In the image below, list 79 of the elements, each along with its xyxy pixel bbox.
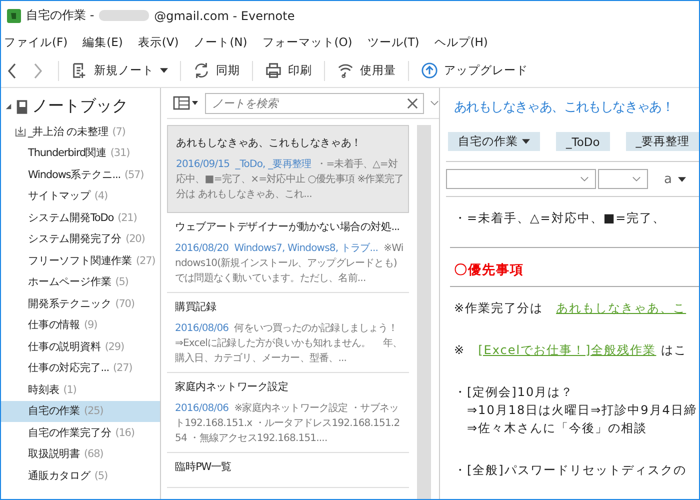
note-card[interactable]: ウェブアートデザイナーが動かない場合の対処... 2016/08/20 Windows7, Windows8, トラブ... ※Windows10(新規インストール、アップグレードとも)では問題なく動いています。ただし、名前... [167, 213, 409, 293]
note-title: 家庭内ネットワーク設定 [175, 380, 290, 394]
app-logo-icon [7, 8, 21, 22]
body-text: ・=未着手、△=対応中、■=完了、 [454, 211, 666, 225]
notebook-item[interactable]: 自宅の作業 (25) [1, 400, 160, 422]
notebook-item[interactable]: 仕事の説明資料 (29) [1, 336, 160, 358]
section-heading: 〇優先事項 [454, 263, 524, 278]
tag-chip[interactable]: _要再整理 [626, 132, 699, 151]
caret-icon [522, 139, 530, 144]
body-text: ・[定例会]10月は？ [454, 385, 574, 399]
note-title: 臨時PW一覧 [175, 460, 233, 474]
note-card[interactable]: あれもしなきゃあ、これもしなきゃあ！ 2016/09/15 _ToDo, _要再整理 ・=未着手、△=対応中、■=完了、×=対応中止 ○優先事項 ※作業完了分は あれもしなきゃあ、これ... [167, 125, 409, 213]
new-note-icon [71, 62, 88, 79]
body-text: ※作業完了分は [454, 301, 544, 315]
new-note-button[interactable]: 新規ノート [63, 58, 176, 83]
window-title: @gmail.com - Evernote [154, 8, 295, 22]
notebook-dropdown[interactable]: 自宅の作業 [448, 132, 540, 151]
chevron-down-icon[interactable] [430, 100, 439, 106]
expand-arrow-icon[interactable] [5, 103, 12, 110]
caret-icon[interactable] [160, 68, 168, 73]
inbox-icon [15, 126, 26, 138]
menu-item[interactable]: ヘルプ(H) [434, 34, 488, 50]
menu-item[interactable]: 編集(E) [82, 34, 123, 50]
note-title: 購買記録 [175, 300, 218, 314]
close-icon[interactable] [407, 98, 418, 108]
note-title: あれもしなきゃあ、これもしなきゃあ！ [454, 99, 674, 116]
notebook-item[interactable]: システム開発完了分 (20) [1, 228, 160, 250]
body-text: ・[全般]パスワードリセットディスクの [454, 463, 686, 477]
note-card[interactable]: 臨時PW一覧 [167, 453, 409, 488]
body-text: ⇒10月18日は火曜日⇒打診中9月4日締 [466, 403, 697, 417]
print-button[interactable]: 印刷 [257, 58, 320, 83]
notebook-item[interactable]: システム開発ToDo (21) [1, 207, 160, 228]
notebook-item[interactable]: Thunderbird関連 (31) [1, 142, 160, 164]
notebook-item[interactable]: フリーソフト関連作業 (27) [1, 250, 160, 272]
upgrade-button[interactable]: アップグレード [413, 58, 536, 83]
notebook-item[interactable]: 開発系テクニック (70) [1, 293, 160, 314]
notebook-item[interactable]: _井上治 の未整理 (7) [1, 121, 160, 142]
body-text: ※ [454, 343, 466, 357]
chevron-down-icon [632, 176, 641, 182]
note-snippet: 2016/09/15 _ToDo, _要再整理 ・=未着手、△=対応中、■=完了、×=対応中止 ○優先事項 ※作業完了分は あれもしなきゃあ、これ... [176, 158, 404, 202]
body-text: ⇒佐々木さんに「今後」の相談 [466, 421, 648, 435]
notebook-item[interactable]: Windows系テクニ... (57) [1, 164, 160, 186]
notebook-icon [16, 98, 28, 114]
sync-icon [193, 62, 210, 79]
text-color-button[interactable]: a [658, 170, 692, 188]
note-title: ウェブアートデザイナーが動かない場合の対処... [175, 220, 400, 234]
note-snippet: 2016/08/06 何をいつ買ったのか記録しましょう！ ⇒Excelに記録した方が良いかも知れません。 年、購入日、カテゴリ、メーカー、型番、... [175, 322, 404, 366]
search-field[interactable]: ノートを検索 [205, 92, 424, 114]
notebook-item[interactable]: 仕事の対応完了... (27) [1, 358, 160, 379]
notebook-item[interactable]: 自宅の作業完了分 (16) [1, 422, 160, 444]
note-title: あれもしなきゃあ、これもしなきゃあ！ [176, 136, 362, 150]
sync-button[interactable]: 同期 [185, 58, 248, 83]
scrollbar[interactable] [417, 125, 431, 499]
notebook-item[interactable]: サイトマップ (4) [1, 186, 160, 207]
window-title: 自宅の作業 - [26, 7, 94, 24]
body-text: はこ [660, 343, 688, 357]
menu-item[interactable]: ファイル(F) [4, 34, 68, 50]
notebook-item[interactable]: ホームページ作業 (5) [1, 272, 160, 293]
caret-icon [678, 176, 686, 182]
redacted-block [99, 10, 150, 21]
menu-item[interactable]: フォーマット(O) [262, 34, 352, 50]
tag-chip[interactable]: _ToDo [556, 132, 610, 151]
notebook-item[interactable]: 時刻表 (1) [1, 379, 160, 400]
notebook-item[interactable]: 通販カタログ (5) [1, 465, 160, 486]
menu-item[interactable]: 表示(V) [138, 34, 179, 50]
note-card[interactable]: 購買記録 2016/08/06 何をいつ買ったのか記録しましょう！ ⇒Excelに記録した方が良いかも知れません。 年、購入日、カテゴリ、メーカー、型番、... [167, 293, 409, 373]
note-card[interactable]: 家庭内ネットワーク設定 2016/08/06 ※家庭内ネットワーク設定 ・サブネット192.168.151.x ・ルータアドレス192.168.151.254 ・無線アクセス192.168.151.... [167, 373, 409, 453]
notebook-item[interactable]: 仕事の情報 (9) [1, 314, 160, 336]
back-icon[interactable] [6, 62, 18, 80]
chevron-down-icon [580, 176, 589, 182]
note-snippet: 2016/08/20 Windows7, Windows8, トラブ... ※Windows10(新規インストール、アップグレードとも)では問題なく動いています。ただし、名前... [175, 242, 404, 286]
notebook-item[interactable]: 取扱説明書 (68) [1, 444, 160, 465]
menu-item[interactable]: ツール(T) [367, 34, 420, 50]
printer-icon [265, 62, 282, 79]
view-options-icon[interactable] [173, 96, 199, 110]
sidebar-title: ノートブック [32, 96, 128, 117]
usage-button[interactable]: 使用量 [329, 58, 404, 83]
menu-item[interactable]: ノート(N) [194, 34, 248, 50]
note-snippet: 2016/08/06 ※家庭内ネットワーク設定 ・サブネット192.168.151.x ・ルータアドレス192.168.151.254 ・無線アクセス192.168.151.... [175, 402, 401, 446]
